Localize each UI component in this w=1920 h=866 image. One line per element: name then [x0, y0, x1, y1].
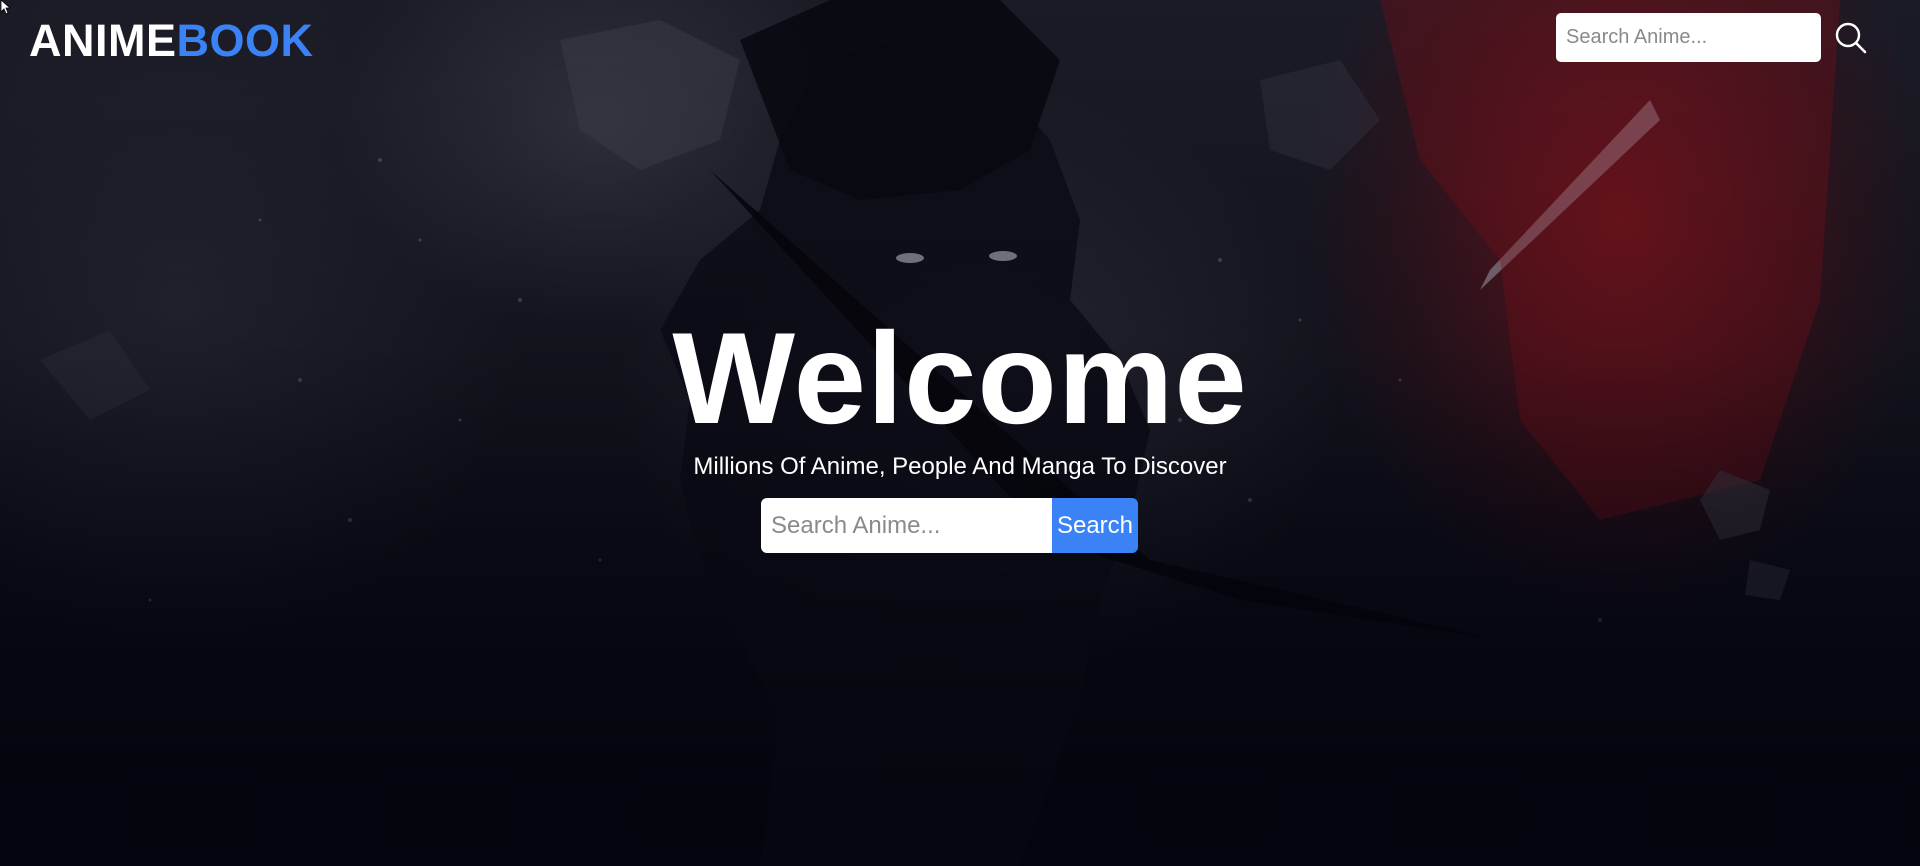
logo-anime-text: ANIME — [29, 15, 177, 66]
hero-search-form: Search — [761, 498, 1138, 553]
mouse-cursor-icon — [1, 0, 12, 15]
hero-section: ANIMEBOOK Welcome Millions Of Anime, Peo… — [0, 0, 1920, 866]
hero-search-input[interactable] — [761, 498, 1052, 553]
hero-subtitle: Millions Of Anime, People And Manga To D… — [693, 453, 1227, 480]
logo-book-text: BOOK — [176, 15, 314, 66]
search-icon — [1835, 22, 1867, 54]
header-search-input[interactable] — [1556, 13, 1821, 62]
site-logo[interactable]: ANIMEBOOK — [29, 14, 314, 68]
hero-title: Welcome — [672, 305, 1248, 451]
hero-search-button[interactable]: Search — [1052, 498, 1138, 553]
header-search-button[interactable] — [1834, 21, 1868, 55]
